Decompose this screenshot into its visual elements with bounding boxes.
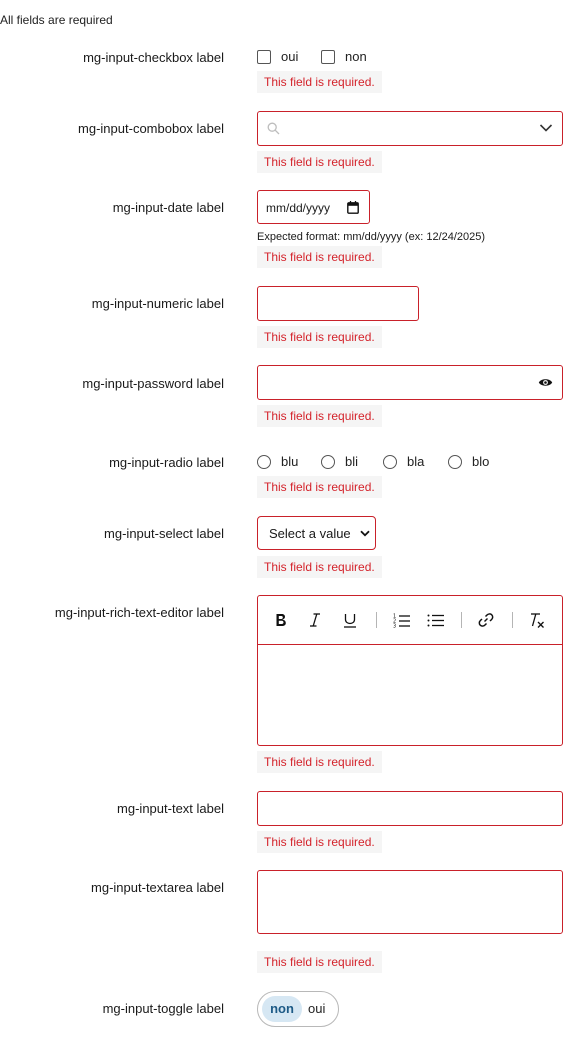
text-error: This field is required. bbox=[257, 831, 382, 853]
search-icon bbox=[267, 122, 280, 135]
clear-format-icon[interactable] bbox=[524, 596, 548, 644]
date-error: This field is required. bbox=[257, 246, 382, 268]
radio-option-bli[interactable]: bli bbox=[321, 454, 358, 469]
radio-option-label: bli bbox=[345, 454, 359, 469]
numeric-input[interactable] bbox=[257, 286, 419, 321]
checkbox-option-label: non bbox=[345, 49, 367, 64]
select-error: This field is required. bbox=[257, 556, 382, 578]
text-input[interactable] bbox=[257, 791, 563, 826]
radio-error: This field is required. bbox=[257, 476, 382, 498]
checkbox-label: mg-input-checkbox label bbox=[83, 50, 224, 65]
underline-icon[interactable] bbox=[338, 596, 362, 644]
select-label: mg-input-select label bbox=[104, 526, 224, 541]
link-icon[interactable] bbox=[474, 596, 498, 644]
radio-circle[interactable] bbox=[448, 454, 462, 469]
calendar-icon[interactable] bbox=[347, 201, 359, 214]
radio-label: mg-input-radio label bbox=[109, 455, 224, 470]
numeric-error: This field is required. bbox=[257, 326, 382, 348]
rich-text-toolbar: 123 bbox=[258, 596, 562, 645]
checkbox-box[interactable] bbox=[257, 49, 271, 64]
combobox-error: This field is required. bbox=[257, 151, 382, 173]
select-placeholder: Select a value bbox=[269, 526, 351, 541]
required-note: All fields are required bbox=[0, 13, 113, 27]
select-input[interactable]: Select a value bbox=[257, 516, 376, 550]
toolbar-separator bbox=[512, 612, 513, 628]
bullet-list-icon[interactable] bbox=[423, 596, 447, 644]
svg-text:3: 3 bbox=[393, 623, 396, 628]
italic-icon[interactable] bbox=[303, 596, 327, 644]
checkbox-error: This field is required. bbox=[257, 71, 382, 93]
rich-text-label: mg-input-rich-text-editor label bbox=[54, 605, 224, 620]
combobox-label: mg-input-combobox label bbox=[78, 121, 224, 136]
radio-circle[interactable] bbox=[257, 454, 271, 469]
checkbox-option-label: oui bbox=[281, 49, 299, 64]
rich-text-editor[interactable]: 123 bbox=[257, 595, 563, 746]
combobox-input[interactable] bbox=[257, 111, 563, 146]
radio-option-blo[interactable]: blo bbox=[448, 454, 489, 469]
textarea-label: mg-input-textarea label bbox=[91, 880, 224, 895]
rich-text-content-area[interactable] bbox=[258, 645, 562, 745]
eye-icon[interactable] bbox=[538, 377, 553, 388]
chevron-down-icon[interactable] bbox=[360, 530, 370, 537]
checkbox-box[interactable] bbox=[321, 49, 335, 64]
ordered-list-icon[interactable]: 123 bbox=[389, 596, 413, 644]
chevron-down-icon[interactable] bbox=[539, 123, 553, 133]
radio-option-bla[interactable]: bla bbox=[383, 454, 424, 469]
textarea-error: This field is required. bbox=[257, 951, 382, 973]
toggle-switch[interactable]: non oui bbox=[257, 991, 339, 1027]
password-label: mg-input-password label bbox=[82, 376, 224, 391]
date-help-text: Expected format: mm/dd/yyyy (ex: 12/24/2… bbox=[257, 231, 486, 243]
checkbox-option-non[interactable]: non bbox=[321, 49, 367, 64]
date-label: mg-input-date label bbox=[112, 200, 224, 215]
textarea-input[interactable] bbox=[257, 870, 563, 934]
toolbar-separator bbox=[461, 612, 462, 628]
toolbar-separator bbox=[376, 612, 377, 628]
toggle-option-oui[interactable]: oui bbox=[308, 996, 325, 1022]
toggle-option-non[interactable]: non bbox=[262, 996, 302, 1022]
radio-option-label: blo bbox=[472, 454, 490, 469]
toggle-label: mg-input-toggle label bbox=[102, 1001, 224, 1016]
radio-option-blu[interactable]: blu bbox=[257, 454, 298, 469]
radio-circle[interactable] bbox=[383, 454, 397, 469]
rich-text-error: This field is required. bbox=[257, 751, 382, 773]
date-placeholder: mm/dd/yyyy bbox=[266, 201, 331, 215]
radio-option-label: blu bbox=[281, 454, 299, 469]
password-error: This field is required. bbox=[257, 405, 382, 427]
radio-option-label: bla bbox=[407, 454, 425, 469]
text-label: mg-input-text label bbox=[117, 801, 224, 816]
password-input[interactable] bbox=[257, 365, 563, 400]
numeric-label: mg-input-numeric label bbox=[91, 296, 224, 311]
radio-circle[interactable] bbox=[321, 454, 335, 469]
checkbox-option-oui[interactable]: oui bbox=[257, 49, 298, 64]
date-input[interactable]: mm/dd/yyyy bbox=[257, 190, 370, 224]
bold-icon[interactable] bbox=[269, 596, 293, 644]
